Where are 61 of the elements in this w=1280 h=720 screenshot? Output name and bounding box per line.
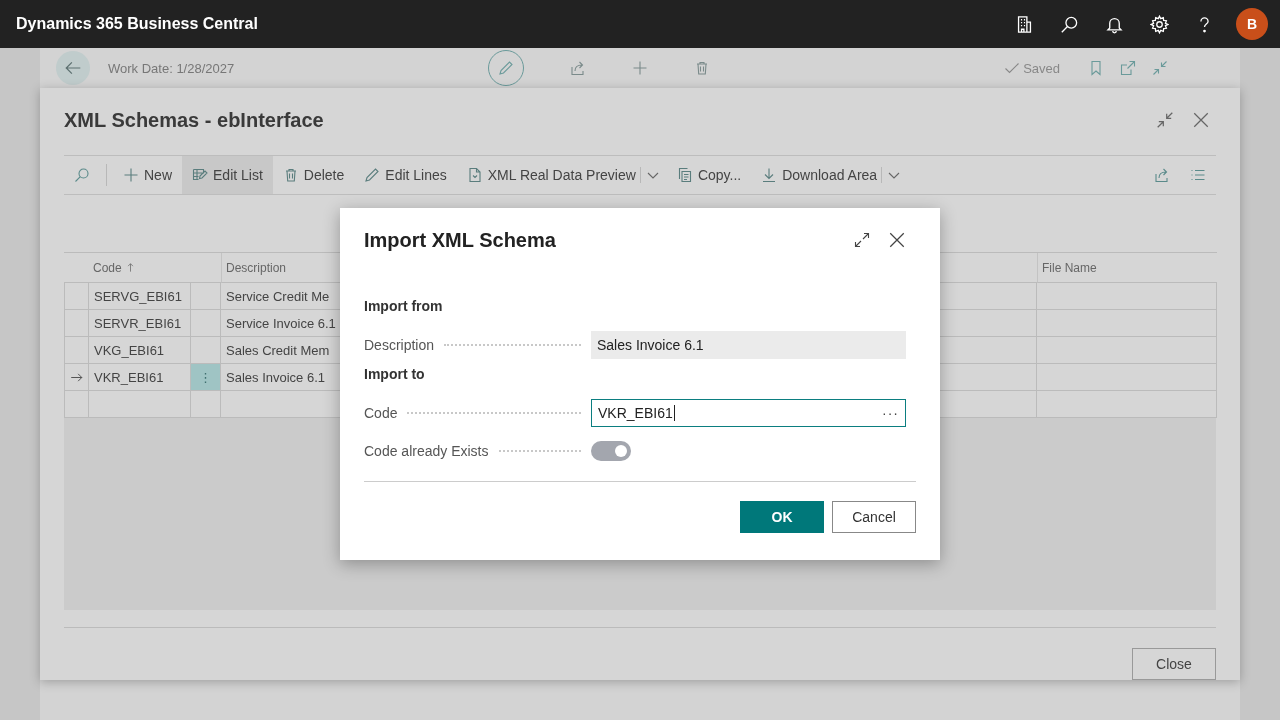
share-icon[interactable] <box>570 60 586 76</box>
toolbar-action[interactable]: Copy... <box>666 156 752 194</box>
collapse-icon[interactable] <box>1156 111 1174 129</box>
download-icon <box>761 167 778 183</box>
field-label: Description <box>364 337 435 353</box>
search-icon[interactable] <box>1060 14 1079 34</box>
section-heading: Import to <box>364 366 426 384</box>
toolbar-action[interactable]: Delete <box>272 156 355 194</box>
description-field: Sales Invoice 6.1 <box>591 331 906 359</box>
right-arrow-icon <box>70 370 83 384</box>
field-label: Code <box>364 405 398 421</box>
copy-icon <box>676 167 693 183</box>
back-button[interactable] <box>56 51 90 85</box>
list-icon[interactable] <box>1190 167 1206 183</box>
saved-status: Saved <box>1023 60 1060 76</box>
close-icon[interactable] <box>888 231 906 249</box>
section-heading: Import from <box>364 298 444 316</box>
share-icon[interactable] <box>1154 167 1170 183</box>
trash-icon[interactable] <box>694 60 710 76</box>
plus-icon <box>123 167 139 183</box>
app-title: Dynamics 365 Business Central <box>16 15 259 33</box>
toolbar-action[interactable]: Edit Lines <box>354 156 457 194</box>
expand-icon[interactable] <box>854 232 870 248</box>
collapse-icon[interactable] <box>1152 60 1168 76</box>
page-title: XML Schemas - ebInterface <box>64 108 325 132</box>
edit-list-icon <box>192 167 208 183</box>
table-cell: SERVR_EBI61 <box>89 310 191 337</box>
row-indicator-cell[interactable] <box>64 337 89 364</box>
back-arrow-icon <box>64 59 82 77</box>
toolbar-action[interactable]: XML Real Data Preview <box>456 156 646 194</box>
work-date: Work Date: 1/28/2027 <box>108 60 236 76</box>
code-field[interactable]: VKR_EBI61 ··· <box>591 399 906 427</box>
popout-icon[interactable] <box>1120 60 1136 76</box>
table-cell: VKG_EBI61 <box>89 337 191 364</box>
bookmark-icon[interactable] <box>1088 60 1104 76</box>
row-indicator-cell[interactable] <box>64 283 89 310</box>
toolbar-action[interactable]: New <box>113 156 182 194</box>
settings-icon[interactable] <box>1150 14 1169 34</box>
column-header[interactable]: File Name <box>1042 260 1097 275</box>
column-header[interactable]: Description <box>226 260 287 275</box>
user-avatar[interactable]: B <box>1236 8 1268 40</box>
row-indicator-cell[interactable] <box>64 310 89 337</box>
column-header[interactable]: Code <box>93 260 122 275</box>
toolbar-action[interactable]: Download Area <box>751 156 888 194</box>
cancel-button[interactable]: Cancel <box>832 501 916 533</box>
ok-button[interactable]: OK <box>740 501 824 533</box>
check-icon <box>1004 60 1021 76</box>
table-cell: SERVG_EBI61 <box>89 283 191 310</box>
pencil-icon <box>364 167 381 183</box>
close-button[interactable]: Close <box>1132 648 1216 680</box>
plus-icon[interactable] <box>632 60 648 76</box>
row-indicator-cell[interactable] <box>64 364 89 391</box>
dialog-title: Import XML Schema <box>364 228 557 252</box>
building-icon[interactable] <box>1015 14 1034 34</box>
pencil-icon <box>498 60 514 76</box>
toolbar-action[interactable]: Edit List <box>182 156 273 194</box>
table-cell <box>191 283 221 310</box>
field-label: Code already Exists <box>364 443 489 459</box>
lookup-button[interactable]: ··· <box>882 405 899 421</box>
table-cell <box>191 310 221 337</box>
document-icon <box>466 167 483 183</box>
